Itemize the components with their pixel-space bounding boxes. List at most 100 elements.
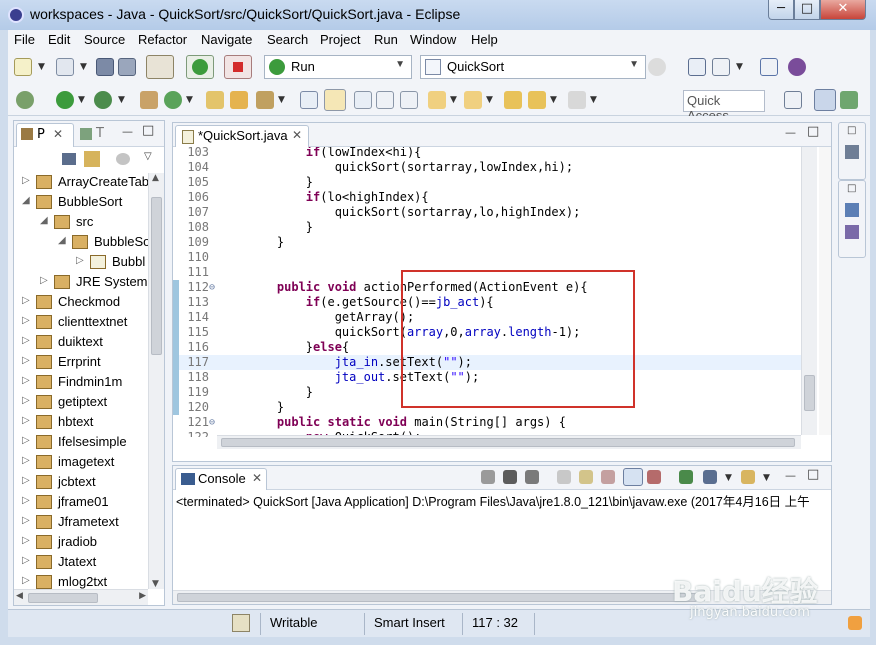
collapsed-arrow-icon[interactable]: ▷ bbox=[22, 375, 32, 386]
collapsed-arrow-icon[interactable]: ▷ bbox=[22, 435, 32, 446]
tab-quicksort-java[interactable]: *QuickSort.java ✕ bbox=[175, 125, 309, 147]
scroll-lock-icon[interactable] bbox=[579, 470, 593, 484]
quick-access-field[interactable]: Quick Access bbox=[683, 90, 765, 123]
forward-arrow-icon[interactable] bbox=[568, 91, 586, 109]
close-icon[interactable]: ✕ bbox=[292, 128, 302, 142]
debug-icon[interactable] bbox=[16, 91, 34, 109]
build-hammer-icon[interactable] bbox=[146, 55, 174, 79]
fold-toggle-icon[interactable]: ⊖ bbox=[209, 415, 215, 430]
collapsed-arrow-icon[interactable]: ▷ bbox=[22, 535, 32, 546]
word-wrap-icon[interactable] bbox=[601, 470, 615, 484]
code-line[interactable]: 108 } bbox=[173, 220, 803, 235]
back-arrow-icon[interactable] bbox=[528, 91, 546, 109]
rss-icon[interactable] bbox=[848, 616, 862, 630]
collapsed-arrow-icon[interactable]: ▷ bbox=[22, 495, 32, 506]
clear-console-icon[interactable] bbox=[557, 470, 571, 484]
collapsed-arrow-icon[interactable]: ▷ bbox=[22, 395, 32, 406]
display-console-icon[interactable] bbox=[703, 470, 717, 484]
minimize-view-icon[interactable]: — bbox=[122, 125, 133, 138]
launch-settings-gear-icon[interactable] bbox=[648, 58, 666, 76]
next-annotation-icon[interactable] bbox=[428, 91, 446, 109]
menu-window[interactable]: Window bbox=[410, 32, 456, 47]
help-icon[interactable] bbox=[788, 58, 806, 76]
close-icon[interactable]: ✕ bbox=[252, 471, 262, 485]
open-folder-icon[interactable] bbox=[230, 91, 248, 109]
tab-type-hierarchy[interactable]: T bbox=[76, 123, 116, 145]
tree-vertical-scrollbar[interactable]: ▲ ▼ bbox=[148, 173, 164, 589]
collapsed-arrow-icon[interactable]: ▷ bbox=[22, 455, 32, 466]
previous-annotation-dropdown-icon[interactable]: ▼ bbox=[486, 95, 493, 105]
code-line[interactable]: 109 } bbox=[173, 235, 803, 250]
task-list-icon[interactable] bbox=[845, 145, 859, 159]
editor-vertical-scrollbar[interactable] bbox=[801, 147, 817, 435]
pin-editor-icon[interactable] bbox=[760, 58, 778, 76]
remove-all-launches-icon[interactable] bbox=[525, 470, 539, 484]
menu-search[interactable]: Search bbox=[267, 32, 308, 47]
launch-target-select[interactable]: QuickSort ▼ bbox=[420, 55, 646, 79]
menu-run[interactable]: Run bbox=[374, 32, 398, 47]
open-perspective-icon[interactable] bbox=[784, 91, 802, 109]
tree-horizontal-scrollbar[interactable]: ◀ ▶ bbox=[14, 589, 148, 605]
code-line[interactable]: 106 if(lo<highIndex){ bbox=[173, 190, 803, 205]
collapsed-arrow-icon[interactable]: ▷ bbox=[76, 255, 86, 266]
coverage-dropdown-icon[interactable]: ▼ bbox=[118, 95, 125, 105]
mark-occurrences-icon[interactable] bbox=[324, 89, 346, 111]
menu-navigate[interactable]: Navigate bbox=[201, 32, 252, 47]
last-edit-location-icon[interactable] bbox=[504, 91, 522, 109]
coverage-icon[interactable] bbox=[94, 91, 112, 109]
minimize-button[interactable]: ─ bbox=[768, 0, 794, 20]
tab-console[interactable]: Console ✕ bbox=[175, 468, 267, 490]
show-console-on-output-icon[interactable] bbox=[623, 468, 643, 486]
menu-help[interactable]: Help bbox=[471, 32, 498, 47]
new-dropdown-icon[interactable]: ▼ bbox=[38, 62, 45, 72]
menu-file[interactable]: File bbox=[14, 32, 35, 47]
new-class-dropdown-icon[interactable]: ▼ bbox=[186, 95, 193, 105]
minimize-view-icon[interactable]: — bbox=[785, 469, 796, 482]
problems-view-icon[interactable] bbox=[845, 225, 859, 239]
run-icon[interactable] bbox=[56, 91, 74, 109]
close-button[interactable]: ✕ bbox=[820, 0, 866, 20]
code-line[interactable]: 105 } bbox=[173, 175, 803, 190]
expanded-arrow-icon[interactable]: ◢ bbox=[58, 235, 68, 246]
menu-project[interactable]: Project bbox=[320, 32, 360, 47]
new-java-project-icon[interactable] bbox=[140, 91, 158, 109]
collapse-all-icon[interactable] bbox=[62, 153, 76, 165]
maximize-view-icon[interactable]: □ bbox=[807, 124, 819, 139]
view-menu-icon[interactable]: ▽ bbox=[144, 151, 152, 162]
outline-dropdown-icon[interactable]: ▼ bbox=[736, 62, 743, 72]
fold-toggle-icon[interactable]: ⊖ bbox=[209, 280, 215, 295]
status-task-icon[interactable] bbox=[232, 614, 250, 632]
restore-icon[interactable]: □ bbox=[847, 183, 856, 194]
collapsed-arrow-icon[interactable]: ▷ bbox=[22, 175, 32, 186]
next-annotation-dropdown-icon[interactable]: ▼ bbox=[450, 95, 457, 105]
collapsed-arrow-icon[interactable]: ▷ bbox=[40, 275, 50, 286]
collapsed-arrow-icon[interactable]: ▷ bbox=[22, 415, 32, 426]
display-console-dropdown-icon[interactable]: ▼ bbox=[725, 473, 732, 483]
collapsed-arrow-icon[interactable]: ▷ bbox=[22, 475, 32, 486]
search-dropdown-icon[interactable]: ▼ bbox=[278, 95, 285, 105]
tab-package-explorer[interactable]: P ✕ bbox=[16, 123, 74, 147]
java-perspective-icon[interactable] bbox=[814, 89, 836, 111]
code-line[interactable]: 121 ⊖ public static void main(String[] ar… bbox=[173, 415, 803, 430]
new-package-dropdown-icon[interactable]: ▼ bbox=[80, 62, 87, 72]
terminate-icon[interactable] bbox=[481, 470, 495, 484]
previous-annotation-icon[interactable] bbox=[464, 91, 482, 109]
run-dropdown-icon[interactable]: ▼ bbox=[78, 95, 85, 105]
code-line[interactable]: 110 bbox=[173, 250, 803, 265]
menu-edit[interactable]: Edit bbox=[48, 32, 70, 47]
new-icon[interactable] bbox=[14, 58, 32, 76]
collapsed-arrow-icon[interactable]: ▷ bbox=[22, 515, 32, 526]
pin-console-icon[interactable] bbox=[679, 470, 693, 484]
minimize-view-icon[interactable]: — bbox=[785, 126, 796, 139]
run-button[interactable] bbox=[186, 55, 214, 79]
outline-icon[interactable] bbox=[712, 58, 730, 76]
collapsed-arrow-icon[interactable]: ▷ bbox=[22, 335, 32, 346]
new-package-icon[interactable] bbox=[56, 58, 74, 76]
restore-icon[interactable]: □ bbox=[847, 125, 856, 136]
new-class-icon[interactable] bbox=[164, 91, 182, 109]
save-icon[interactable] bbox=[96, 58, 114, 76]
console-view-icon[interactable] bbox=[688, 58, 706, 76]
run-config-select[interactable]: Run ▼ bbox=[264, 55, 412, 79]
remove-launch-icon[interactable] bbox=[503, 470, 517, 484]
expanded-arrow-icon[interactable]: ◢ bbox=[40, 215, 50, 226]
